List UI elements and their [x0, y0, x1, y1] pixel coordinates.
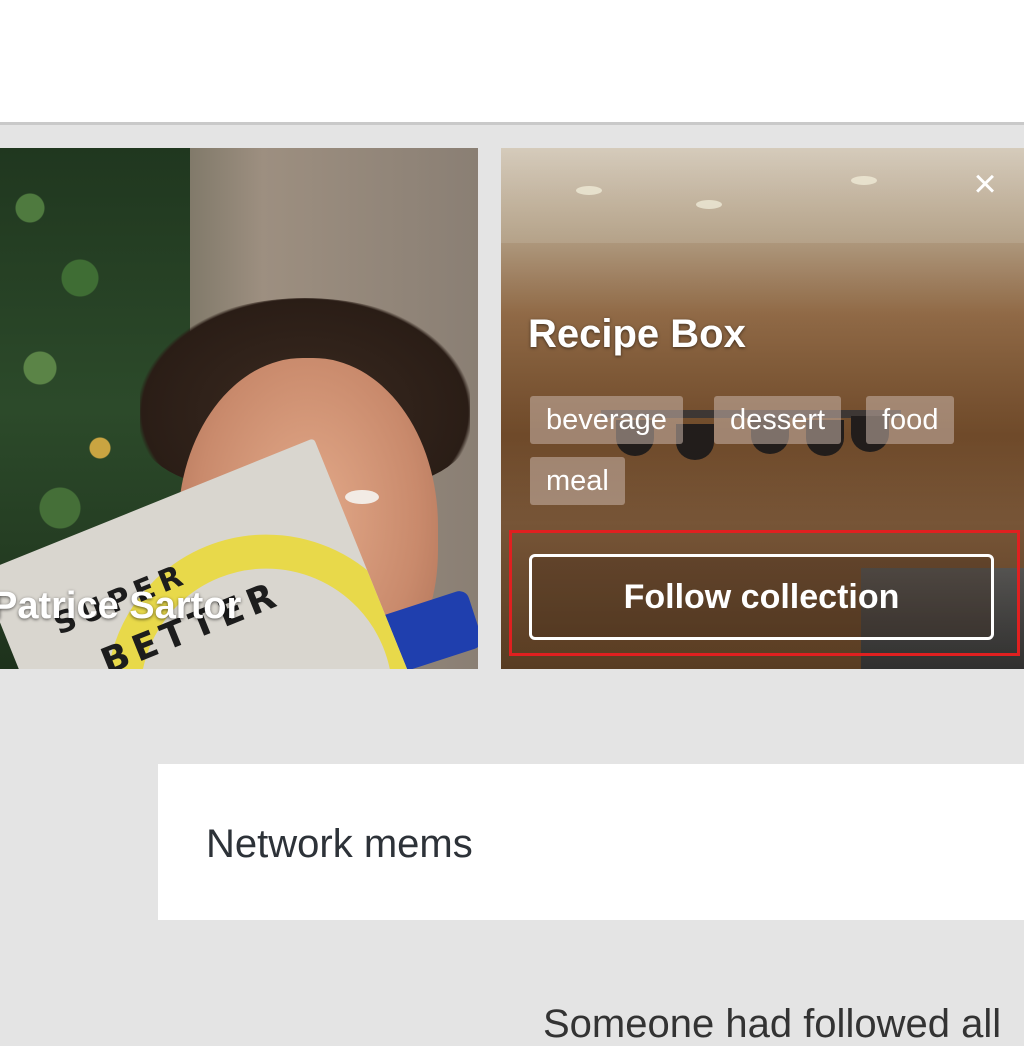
tag-food[interactable]: food — [866, 396, 955, 444]
person-name[interactable]: Patrice Sartor — [0, 585, 241, 628]
follow-collection-button[interactable]: Follow collection — [529, 554, 994, 640]
tag-dessert[interactable]: dessert — [714, 396, 842, 444]
network-panel: Network mems — [158, 764, 1024, 920]
top-header-bar — [0, 0, 1024, 125]
collection-title[interactable]: Recipe Box — [528, 312, 746, 357]
close-icon[interactable]: × — [965, 164, 1005, 206]
partial-footer-text: Someone had followed all — [543, 1002, 1002, 1046]
eye-right — [345, 490, 379, 504]
network-section-title: Network mems — [206, 822, 473, 866]
tag-beverage[interactable]: beverage — [530, 396, 683, 444]
tag-meal[interactable]: meal — [530, 457, 625, 505]
